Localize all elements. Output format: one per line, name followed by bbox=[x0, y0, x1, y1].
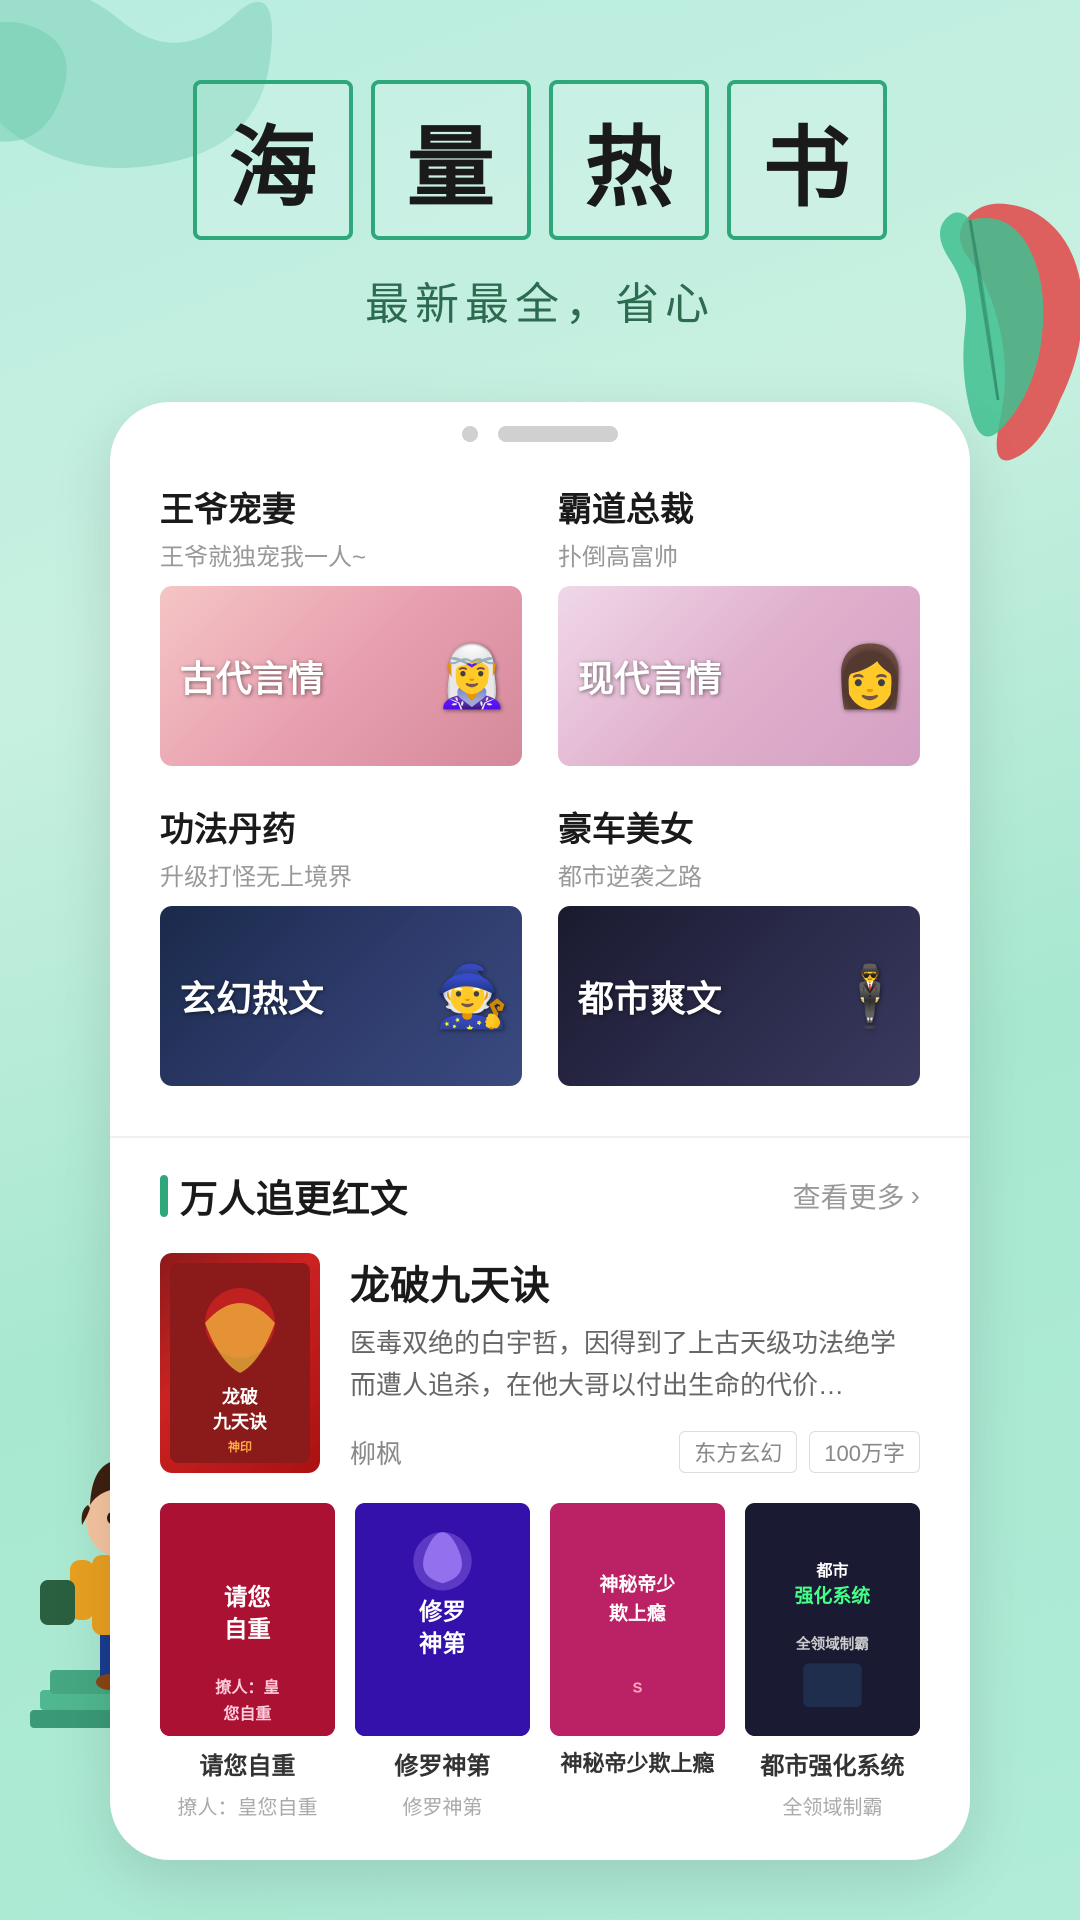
book-item-1[interactable]: 王爷宠妻 王爷就独宠我一人~ 古代言情 🧝‍♀️ bbox=[160, 482, 522, 766]
book-desc-3: 升级打怪无上境界 bbox=[160, 857, 522, 892]
svg-text:您自重: 您自重 bbox=[223, 1704, 271, 1723]
svg-text:修罗: 修罗 bbox=[418, 1599, 466, 1625]
section-divider bbox=[110, 1136, 970, 1138]
featured-book[interactable]: 龙破 九天诀 神印 龙破九天诀 医毒双绝的白宇哲，因得到了上古天级功法绝学而遭人… bbox=[110, 1253, 970, 1473]
book-desc-2: 扑倒高富帅 bbox=[558, 537, 920, 572]
small-book-0[interactable]: 请您 自重 撩人：皇 您自重 请您自重 撩人：皇您自重 bbox=[160, 1503, 335, 1820]
small-book-title-1: 修罗神第 bbox=[395, 1746, 491, 1781]
featured-info: 龙破九天诀 医毒双绝的白宇哲，因得到了上古天级功法绝学而遭人追杀，在他大哥以付出… bbox=[350, 1253, 920, 1473]
book-title-1: 王爷宠妻 bbox=[160, 482, 522, 531]
phone-dot bbox=[462, 426, 478, 442]
small-cover-3: 都市 强化系统 全领域制霸 bbox=[745, 1503, 920, 1736]
subtitle: 最新最全，省心 bbox=[0, 268, 1080, 332]
book-desc-1: 王爷就独宠我一人~ bbox=[160, 537, 522, 572]
book-cover-2: 现代言情 👩 bbox=[558, 586, 920, 766]
svg-text:神第: 神第 bbox=[419, 1630, 466, 1657]
phone-top-bar bbox=[110, 402, 970, 462]
title-boxes: 海 量 热 书 bbox=[0, 80, 1080, 240]
book-title-4: 豪车美女 bbox=[558, 802, 920, 851]
featured-meta: 柳枫 东方玄幻 100万字 bbox=[350, 1431, 920, 1473]
svg-text:自重: 自重 bbox=[224, 1615, 271, 1642]
svg-text:都市: 都市 bbox=[815, 1561, 848, 1580]
phone-mockup: 王爷宠妻 王爷就独宠我一人~ 古代言情 🧝‍♀️ 霸道总裁 扑倒高富帅 现代言情… bbox=[110, 402, 970, 1860]
tag-length: 100万字 bbox=[809, 1431, 920, 1473]
book-cover-1: 古代言情 🧝‍♀️ bbox=[160, 586, 522, 766]
svg-text:神秘帝少: 神秘帝少 bbox=[600, 1572, 676, 1595]
small-book-title-0: 请您自重 bbox=[200, 1746, 296, 1781]
book-item-3[interactable]: 功法丹药 升级打怪无上境界 玄幻热文 🧙 bbox=[160, 802, 522, 1086]
small-book-title-3: 都市强化系统 bbox=[761, 1746, 905, 1781]
svg-text:撩人：皇: 撩人：皇 bbox=[215, 1678, 279, 1697]
small-cover-2: 神秘帝少 欺上瘾 S bbox=[550, 1503, 725, 1736]
small-book-subtitle-3: 全领域制霸 bbox=[783, 1791, 883, 1820]
book-item-2[interactable]: 霸道总裁 扑倒高富帅 现代言情 👩 bbox=[558, 482, 920, 766]
small-book-1[interactable]: 修罗 神第 修罗神第 修罗神第 bbox=[355, 1503, 530, 1820]
featured-tags: 东方玄幻 100万字 bbox=[679, 1431, 920, 1473]
featured-summary: 医毒双绝的白宇哲，因得到了上古天级功法绝学而遭人追杀，在他大哥以付出生命的代价… bbox=[350, 1323, 920, 1415]
svg-text:全领域制霸: 全领域制霸 bbox=[795, 1635, 869, 1653]
svg-text:强化系统: 强化系统 bbox=[795, 1584, 871, 1607]
small-cover-0: 请您 自重 撩人：皇 您自重 bbox=[160, 1503, 335, 1736]
title-char-1: 海 bbox=[193, 80, 353, 240]
title-char-2: 量 bbox=[371, 80, 531, 240]
svg-text:欺上瘾: 欺上瘾 bbox=[609, 1602, 666, 1625]
small-books-grid: 请您 自重 撩人：皇 您自重 请您自重 撩人：皇您自重 修罗 神第 修罗神第 bbox=[110, 1503, 970, 1820]
small-cover-1: 修罗 神第 bbox=[355, 1503, 530, 1736]
tag-genre: 东方玄幻 bbox=[679, 1431, 797, 1473]
section-more-button[interactable]: 查看更多 › bbox=[793, 1176, 920, 1216]
featured-title: 龙破九天诀 bbox=[350, 1253, 920, 1311]
svg-text:龙破: 龙破 bbox=[222, 1386, 258, 1407]
cover-label-2: 现代言情 bbox=[578, 650, 722, 702]
phone-pill bbox=[498, 426, 618, 442]
svg-text:九天诀: 九天诀 bbox=[212, 1412, 268, 1432]
section-bar bbox=[160, 1175, 168, 1217]
section-header: 万人追更红文 查看更多 › bbox=[110, 1168, 970, 1223]
small-book-2[interactable]: 神秘帝少 欺上瘾 S 神秘帝少欺上瘾 bbox=[550, 1503, 725, 1820]
book-grid: 王爷宠妻 王爷就独宠我一人~ 古代言情 🧝‍♀️ 霸道总裁 扑倒高富帅 现代言情… bbox=[160, 482, 920, 1086]
cover-label-4: 都市爽文 bbox=[578, 970, 722, 1022]
book-title-3: 功法丹药 bbox=[160, 802, 522, 851]
cover-label-3: 玄幻热文 bbox=[180, 970, 324, 1022]
small-book-title-2: 神秘帝少欺上瘾 bbox=[560, 1746, 714, 1778]
book-cover-3: 玄幻热文 🧙 bbox=[160, 906, 522, 1086]
featured-author: 柳枫 bbox=[350, 1434, 402, 1471]
title-char-4: 书 bbox=[727, 80, 887, 240]
book-title-2: 霸道总裁 bbox=[558, 482, 920, 531]
svg-text:S: S bbox=[633, 1681, 643, 1697]
header-area: 海 量 热 书 最新最全，省心 bbox=[0, 0, 1080, 362]
book-item-4[interactable]: 豪车美女 都市逆袭之路 都市爽文 🕴️ bbox=[558, 802, 920, 1086]
section-title: 万人追更红文 bbox=[180, 1168, 408, 1223]
featured-cover: 龙破 九天诀 神印 bbox=[160, 1253, 320, 1473]
small-book-subtitle-0: 撩人：皇您自重 bbox=[178, 1791, 318, 1820]
small-book-subtitle-1: 修罗神第 bbox=[403, 1791, 483, 1820]
book-desc-4: 都市逆袭之路 bbox=[558, 857, 920, 892]
title-char-3: 热 bbox=[549, 80, 709, 240]
section-title-wrap: 万人追更红文 bbox=[160, 1168, 408, 1223]
small-book-3[interactable]: 都市 强化系统 全领域制霸 都市强化系统 全领域制霸 bbox=[745, 1503, 920, 1820]
svg-text:请您: 请您 bbox=[224, 1583, 271, 1610]
phone-content: 王爷宠妻 王爷就独宠我一人~ 古代言情 🧝‍♀️ 霸道总裁 扑倒高富帅 现代言情… bbox=[110, 462, 970, 1106]
cover-label-1: 古代言情 bbox=[180, 650, 324, 702]
svg-text:神印: 神印 bbox=[228, 1439, 252, 1454]
book-cover-4: 都市爽文 🕴️ bbox=[558, 906, 920, 1086]
